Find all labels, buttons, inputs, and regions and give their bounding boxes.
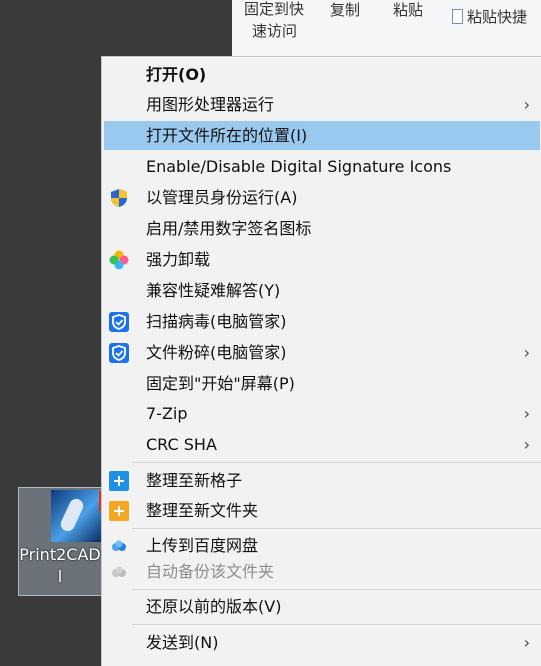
menu-item-label: 扫描病毒(电脑管家) [146, 312, 287, 331]
uninstall-flower-icon [109, 250, 129, 270]
chevron-right-icon: › [523, 435, 530, 454]
pin-quick-access-label-line2: 速访问 [252, 22, 298, 40]
menu-item-label: 打开(O) [146, 65, 207, 84]
chevron-right-icon: › [523, 343, 530, 362]
menu-item-label: 强力卸载 [146, 250, 211, 269]
menu-item-label: 兼容性疑难解答(Y) [146, 281, 281, 300]
plus-blue-icon [109, 471, 129, 491]
menu-item-auto-backup: 自动备份该文件夹 [104, 557, 540, 586]
menu-item-label: 打开文件所在的位置(I) [146, 126, 308, 145]
menu-item-label: Enable/Disable Digital Signature Icons [146, 157, 452, 176]
menu-item-crc-sha[interactable]: CRC SHA › [104, 430, 540, 459]
menu-item-upload-baidu[interactable]: 上传到百度网盘 [104, 531, 540, 560]
paste-shortcut-button[interactable]: 粘贴快捷 [452, 6, 527, 27]
menu-item-label: 还原以前的版本(V) [146, 597, 282, 616]
menu-separator [132, 462, 541, 463]
plus-folder-icon [109, 501, 129, 521]
menu-item-send-to[interactable]: 发送到(N) › [104, 628, 540, 657]
menu-item-run-with-gpu[interactable]: 用图形处理器运行 › [104, 90, 540, 119]
paste-button[interactable]: 粘贴 [393, 0, 423, 20]
pin-quick-access-button[interactable]: 固定到快 [244, 0, 304, 19]
print2cad-app-icon [51, 490, 101, 542]
context-menu: 打开(O) 用图形处理器运行 › 打开文件所在的位置(I) Enable/Dis… [101, 56, 541, 666]
menu-item-compat-troubleshoot[interactable]: 兼容性疑难解答(Y) [104, 276, 540, 305]
menu-item-enable-disable-signature[interactable]: 启用/禁用数字签名图标 [104, 214, 540, 243]
chevron-right-icon: › [523, 95, 530, 114]
menu-item-7zip[interactable]: 7-Zip › [104, 399, 540, 428]
menu-item-open[interactable]: 打开(O) [104, 60, 540, 89]
menu-item-label: CRC SHA [146, 435, 217, 454]
menu-item-new-grid[interactable]: 整理至新格子 [104, 466, 540, 495]
menu-separator [132, 624, 541, 625]
menu-item-label: 用图形处理器运行 [146, 95, 275, 114]
menu-item-label: 发送到(N) [146, 633, 219, 652]
menu-item-file-shredder[interactable]: 文件粉碎(电脑管家) › [104, 338, 540, 367]
tencent-shield-icon [109, 343, 129, 363]
uac-shield-icon [111, 189, 127, 207]
menu-item-label: 7-Zip [146, 404, 188, 423]
menu-item-scan-virus[interactable]: 扫描病毒(电脑管家) [104, 307, 540, 336]
menu-item-label: 上传到百度网盘 [146, 536, 259, 555]
desktop-file-icon[interactable]: Print2CAD l [18, 487, 105, 596]
menu-item-toggle-signature-icons[interactable]: Enable/Disable Digital Signature Icons [104, 152, 540, 181]
chevron-right-icon: › [523, 404, 530, 423]
menu-item-run-as-admin[interactable]: 以管理员身份运行(A) [104, 183, 540, 212]
paste-shortcut-label: 粘贴快捷 [467, 8, 528, 26]
menu-item-open-file-location[interactable]: 打开文件所在的位置(I) [104, 121, 540, 150]
menu-item-label: 整理至新格子 [146, 471, 243, 490]
chevron-right-icon: › [523, 633, 530, 652]
menu-item-label: 启用/禁用数字签名图标 [146, 219, 312, 238]
menu-item-label: 自动备份该文件夹 [146, 562, 275, 581]
menu-item-force-uninstall[interactable]: 强力卸载 [104, 245, 540, 274]
menu-item-new-folder[interactable]: 整理至新文件夹 [104, 496, 540, 525]
menu-item-pin-to-start[interactable]: 固定到"开始"屏幕(P) [104, 369, 540, 398]
menu-item-label: 文件粉碎(电脑管家) [146, 343, 287, 362]
menu-item-label: 以管理员身份运行(A) [146, 188, 298, 207]
menu-separator [132, 589, 541, 590]
copy-button[interactable]: 复制 [330, 0, 360, 20]
menu-item-label: 整理至新文件夹 [146, 501, 259, 520]
tencent-shield-icon [109, 312, 129, 332]
menu-item-restore-versions[interactable]: 还原以前的版本(V) [104, 592, 540, 621]
menu-separator [132, 528, 541, 529]
menu-item-label: 固定到"开始"屏幕(P) [146, 374, 295, 393]
paste-shortcut-icon [452, 9, 463, 24]
desktop-file-label: Print2CAD l [19, 545, 101, 586]
explorer-ribbon: 固定到快 速访问 复制 粘贴 粘贴快捷 [232, 0, 541, 56]
baidu-cloud-icon [112, 540, 126, 551]
baidu-cloud-gray-icon [112, 566, 126, 577]
